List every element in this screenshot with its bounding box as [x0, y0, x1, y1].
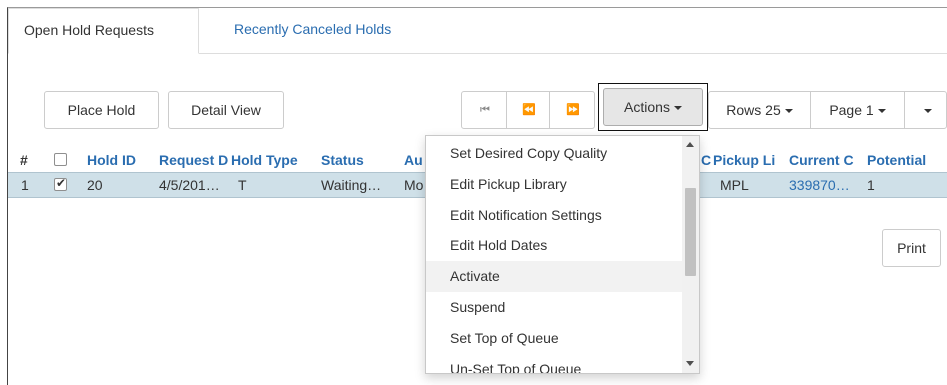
- cell-potential: 1: [867, 177, 875, 193]
- previous-page-icon[interactable]: ⏪: [506, 91, 550, 129]
- chevron-down-icon: [877, 109, 886, 114]
- column-header-hold-id[interactable]: Hold ID: [87, 148, 159, 172]
- cell-hold-type: T: [238, 177, 247, 193]
- select-all-checkbox[interactable]: [54, 153, 67, 166]
- print-button[interactable]: Print: [882, 229, 941, 267]
- tab-recently-canceled-holds[interactable]: Recently Canceled Holds: [219, 8, 406, 54]
- column-header-partial[interactable]: C: [701, 148, 713, 172]
- page-select-button[interactable]: Page 1: [810, 91, 905, 129]
- cell-author: Mo: [404, 177, 424, 193]
- first-page-icon[interactable]: ⏮: [461, 91, 507, 129]
- menu-item-edit-pickup-library[interactable]: Edit Pickup Library: [426, 169, 683, 200]
- column-header-author[interactable]: Au: [404, 148, 426, 172]
- page-select-label: Page 1: [829, 102, 874, 118]
- chevron-down-icon: [923, 109, 932, 114]
- actions-button[interactable]: Actions: [603, 88, 703, 126]
- menu-item-suspend[interactable]: Suspend: [426, 292, 683, 323]
- next-page-icon[interactable]: ⏩: [549, 91, 595, 129]
- scroll-down-arrow-icon[interactable]: [686, 361, 694, 366]
- menu-scrollbar[interactable]: [682, 136, 699, 373]
- menu-item-set-desired-copy-quality[interactable]: Set Desired Copy Quality: [426, 138, 683, 169]
- column-header-index: #: [20, 152, 28, 168]
- tab-open-hold-requests[interactable]: Open Hold Requests: [8, 8, 199, 54]
- chevron-down-icon: [784, 109, 793, 114]
- actions-focus-outline: Actions: [598, 83, 708, 131]
- scrollbar-thumb[interactable]: [685, 188, 696, 276]
- column-header-current-copy[interactable]: Current C: [789, 148, 867, 172]
- menu-item-edit-hold-dates[interactable]: Edit Hold Dates: [426, 230, 683, 261]
- actions-dropdown-menu[interactable]: Set Desired Copy Quality Edit Pickup Lib…: [425, 135, 700, 374]
- cell-request-date: 4/5/201…: [159, 177, 220, 193]
- scroll-up-arrow-icon[interactable]: [686, 142, 694, 147]
- row-index: 1: [21, 177, 29, 193]
- next-page-glyph: ⏩: [566, 104, 580, 116]
- column-header-request-date[interactable]: Request D: [159, 148, 231, 172]
- row-select-checkbox[interactable]: ✔: [54, 176, 67, 191]
- column-options-button[interactable]: [904, 91, 947, 129]
- actions-button-label: Actions: [624, 99, 670, 115]
- cell-current-copy-link[interactable]: 339870…: [789, 173, 865, 197]
- tab-bar: Open Hold Requests Recently Canceled Hol…: [8, 8, 947, 54]
- rows-per-page-button[interactable]: Rows 25: [708, 91, 811, 129]
- chevron-down-icon: [673, 106, 682, 111]
- menu-item-activate[interactable]: Activate: [426, 261, 683, 292]
- first-page-glyph: ⏮: [480, 104, 490, 116]
- column-header-pickup-library[interactable]: Pickup Li: [713, 148, 787, 172]
- column-header-potential[interactable]: Potential: [867, 148, 947, 172]
- rows-per-page-label: Rows 25: [726, 102, 781, 118]
- column-header-hold-type[interactable]: Hold Type: [231, 148, 315, 172]
- detail-view-button[interactable]: Detail View: [168, 91, 284, 129]
- previous-page-glyph: ⏪: [522, 104, 536, 116]
- cell-status: Waiting…: [321, 177, 382, 193]
- menu-item-set-top-of-queue[interactable]: Set Top of Queue: [426, 323, 683, 354]
- menu-item-edit-notification-settings[interactable]: Edit Notification Settings: [426, 200, 683, 231]
- cell-pickup-library: MPL: [720, 177, 749, 193]
- column-header-status[interactable]: Status: [321, 148, 381, 172]
- place-hold-button[interactable]: Place Hold: [44, 91, 159, 129]
- menu-item-unset-top-of-queue[interactable]: Un-Set Top of Queue: [426, 354, 683, 373]
- checkmark-icon: ✔: [56, 176, 67, 190]
- cell-hold-id: 20: [87, 177, 103, 193]
